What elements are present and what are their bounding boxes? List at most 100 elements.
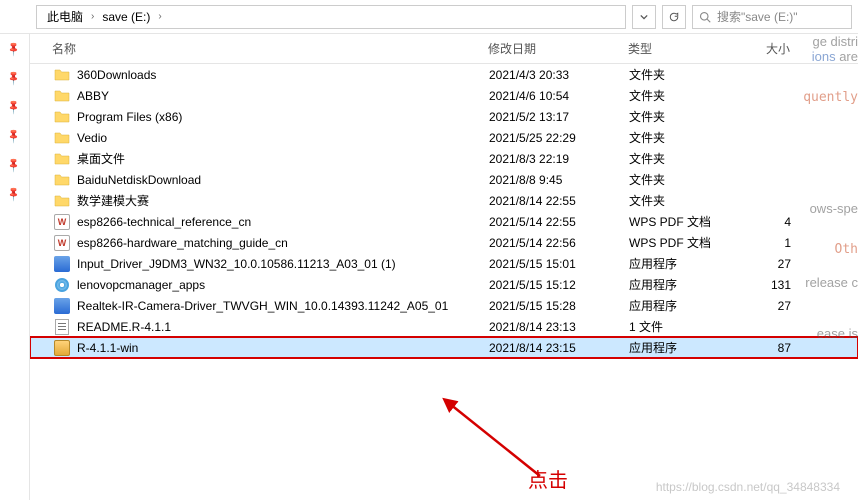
file-date: 2021/8/8 9:45 [481, 173, 621, 187]
folder-icon [53, 108, 71, 126]
folder-icon [53, 171, 71, 189]
pin-icon: 📌 [6, 70, 23, 87]
file-date: 2021/8/14 23:15 [481, 341, 621, 355]
file-row[interactable]: Vedio 2021/5/25 22:29文件夹 [30, 127, 858, 148]
file-size: 27 [741, 257, 801, 271]
file-name: esp8266-technical_reference_cn [77, 215, 251, 229]
file-date: 2021/8/14 23:13 [481, 320, 621, 334]
column-type[interactable]: 类型 [620, 40, 740, 57]
file-type: 应用程序 [621, 297, 741, 314]
file-row[interactable]: 360Downloads2021/4/3 20:33文件夹 [30, 64, 858, 85]
refresh-button[interactable] [662, 5, 686, 29]
file-row[interactable]: lenovopcmanager_apps 2021/5/15 15:12应用程序1… [30, 274, 858, 295]
file-row[interactable]: Input_Driver_J9DM3_WN32_10.0.10586.11213… [30, 253, 858, 274]
annotation-label: 点击 [528, 464, 568, 493]
file-type: 文件夹 [621, 108, 741, 125]
breadcrumb-folder[interactable]: save (E:) [98, 8, 154, 26]
file-explorer-window: 此电脑 › save (E:) › 搜索"save (E:)" 📌 📌 📌 📌 … [0, 0, 858, 500]
column-size[interactable]: 大小 [740, 40, 800, 57]
search-input[interactable]: 搜索"save (E:)" [692, 5, 852, 29]
search-placeholder: 搜索"save (E:)" [717, 8, 798, 25]
file-list-area: ge distriions are quently ows-spe Oth re… [30, 34, 858, 500]
file-name: Realtek-IR-Camera-Driver_TWVGH_WIN_10.0.… [77, 299, 448, 313]
column-headers[interactable]: 名称 修改日期 类型 大小 [30, 34, 858, 64]
history-dropdown-button[interactable] [632, 5, 656, 29]
file-date: 2021/5/15 15:01 [481, 257, 621, 271]
file-type: 应用程序 [621, 276, 741, 293]
file-size: 87 [741, 341, 801, 355]
pin-icon: 📌 [6, 41, 23, 58]
file-type: 文件夹 [621, 171, 741, 188]
chevron-right-icon: › [91, 11, 94, 22]
file-name: Program Files (x86) [77, 110, 182, 124]
file-date: 2021/8/3 22:19 [481, 152, 621, 166]
file-date: 2021/5/2 13:17 [481, 110, 621, 124]
pin-icon: 📌 [6, 128, 23, 145]
pdf-icon [53, 213, 71, 231]
file-row[interactable]: BaiduNetdiskDownload 2021/8/8 9:45文件夹 [30, 169, 858, 190]
file-name: README.R-4.1.1 [77, 320, 171, 334]
file-name: 数学建模大赛 [77, 192, 149, 209]
file-date: 2021/5/14 22:56 [481, 236, 621, 250]
exe-icon [53, 297, 71, 315]
file-row[interactable]: R-4.1.1-win2021/8/14 23:15应用程序87 [30, 337, 858, 358]
file-type: 文件夹 [621, 150, 741, 167]
file-date: 2021/5/25 22:29 [481, 131, 621, 145]
folder-icon [53, 150, 71, 168]
file-name: BaiduNetdiskDownload [77, 173, 201, 187]
file-date: 2021/5/15 15:12 [481, 278, 621, 292]
file-name: 桌面文件 [77, 150, 125, 167]
installer-icon [53, 339, 71, 357]
file-type: WPS PDF 文档 [621, 234, 741, 251]
file-date: 2021/8/14 22:55 [481, 194, 621, 208]
folder-icon [53, 192, 71, 210]
file-size: 27 [741, 299, 801, 313]
file-type: 应用程序 [621, 339, 741, 356]
pin-icon: 📌 [6, 99, 23, 116]
file-name: Input_Driver_J9DM3_WN32_10.0.10586.11213… [77, 257, 396, 271]
file-type: 文件夹 [621, 66, 741, 83]
annotation-arrow-icon [440, 396, 560, 486]
file-name: lenovopcmanager_apps [77, 278, 205, 292]
file-date: 2021/5/15 15:28 [481, 299, 621, 313]
text-file-icon [53, 318, 71, 336]
refresh-icon [668, 11, 680, 23]
file-date: 2021/4/3 20:33 [481, 68, 621, 82]
file-row[interactable]: 桌面文件 2021/8/3 22:19文件夹 [30, 148, 858, 169]
file-row[interactable]: esp8266-technical_reference_cn 2021/5/14 … [30, 211, 858, 232]
folder-icon [53, 129, 71, 147]
file-row[interactable]: Realtek-IR-Camera-Driver_TWVGH_WIN_10.0.… [30, 295, 858, 316]
file-row[interactable]: README.R-4.1.1 2021/8/14 23:131 文件 [30, 316, 858, 337]
file-size: 1 [741, 236, 801, 250]
file-row[interactable]: ABBY 2021/4/6 10:54文件夹 [30, 85, 858, 106]
chevron-down-icon [640, 13, 648, 21]
file-row[interactable]: 数学建模大赛 2021/8/14 22:55文件夹 [30, 190, 858, 211]
address-bar: 此电脑 › save (E:) › 搜索"save (E:)" [0, 0, 858, 34]
pdf-icon [53, 234, 71, 252]
file-row[interactable]: Program Files (x86) 2021/5/2 13:17文件夹 [30, 106, 858, 127]
search-icon [699, 11, 711, 23]
nav-sidebar: 📌 📌 📌 📌 📌 📌 [0, 34, 30, 500]
file-size: 4 [741, 215, 801, 229]
main-area: 📌 📌 📌 📌 📌 📌 ge distriions are quently ow… [0, 34, 858, 500]
chevron-right-icon: › [158, 11, 161, 22]
column-date[interactable]: 修改日期 [480, 40, 620, 57]
file-type: 文件夹 [621, 192, 741, 209]
file-date: 2021/4/6 10:54 [481, 89, 621, 103]
file-rows: 360Downloads2021/4/3 20:33文件夹 ABBY 2021/4/… [30, 64, 858, 358]
file-size: 131 [741, 278, 801, 292]
breadcrumb[interactable]: 此电脑 › save (E:) › [36, 5, 626, 29]
disc-icon [53, 276, 71, 294]
file-type: 文件夹 [621, 87, 741, 104]
file-name: esp8266-hardware_matching_guide_cn [77, 236, 288, 250]
file-name: ABBY [77, 89, 109, 103]
breadcrumb-root[interactable]: 此电脑 [43, 6, 87, 27]
file-type: 文件夹 [621, 129, 741, 146]
column-name[interactable]: 名称 [30, 40, 480, 57]
file-name: Vedio [77, 131, 107, 145]
file-date: 2021/5/14 22:55 [481, 215, 621, 229]
file-row[interactable]: esp8266-hardware_matching_guide_cn 2021/5… [30, 232, 858, 253]
folder-icon [53, 87, 71, 105]
pin-icon: 📌 [6, 157, 23, 174]
file-type: 1 文件 [621, 318, 741, 335]
